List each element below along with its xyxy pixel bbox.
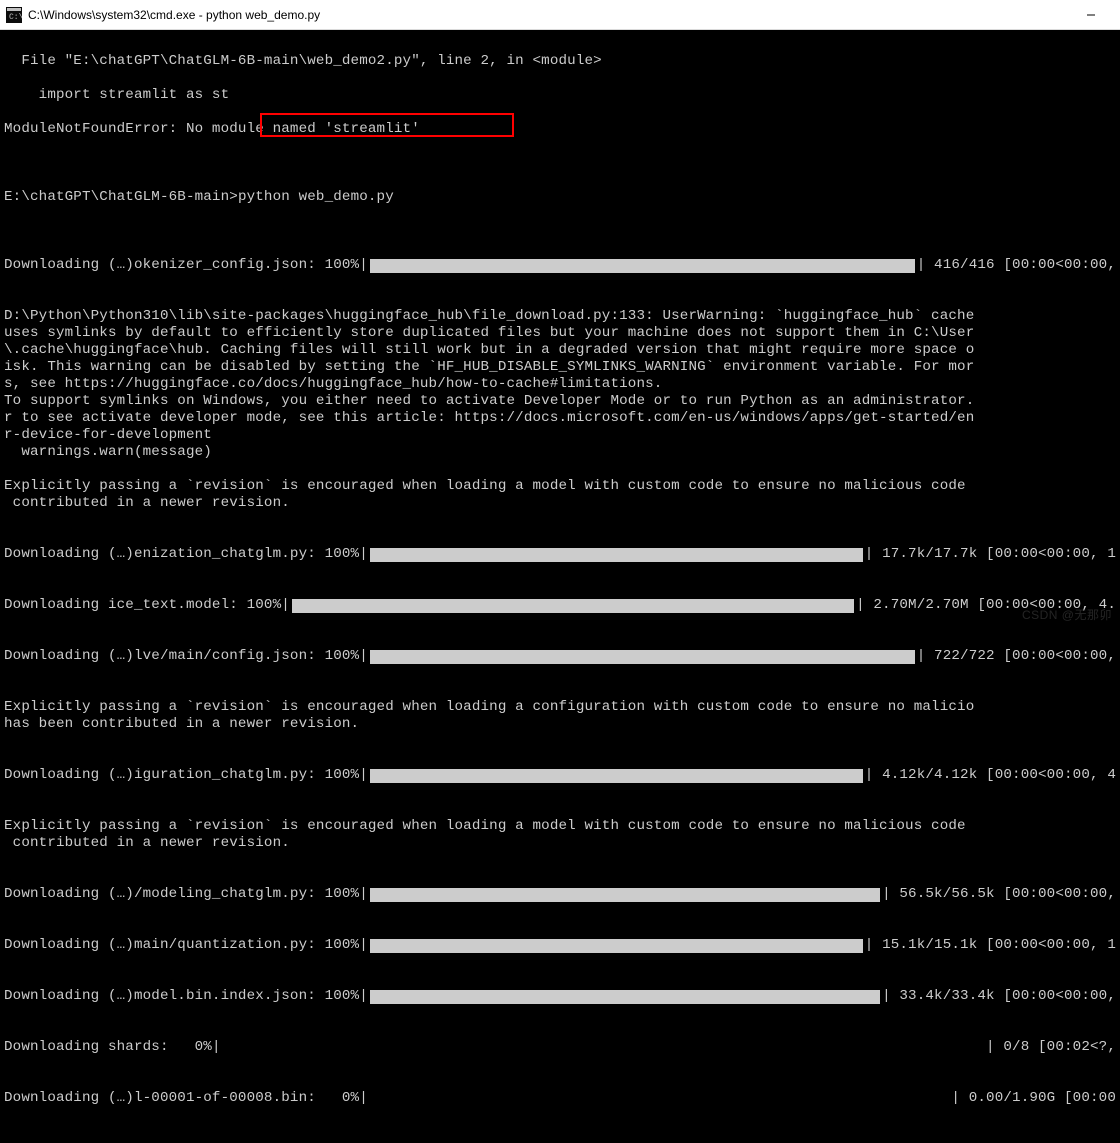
download-row-enization: Downloading (…)enization_chatglm.py: 100… bbox=[4, 546, 1116, 563]
download-stats: 416/416 [00:00<00:00, bbox=[925, 257, 1116, 274]
download-stats: 0.00/1.90G [00:00 bbox=[960, 1090, 1116, 1107]
prompt-line: E:\chatGPT\ChatGLM-6B-main>python web_de… bbox=[4, 189, 1116, 206]
progress-bar-full bbox=[370, 259, 915, 273]
download-label: Downloading ice_text.model: 100% bbox=[4, 597, 281, 614]
progress-bar-full bbox=[370, 990, 880, 1004]
traceback-error-line: ModuleNotFoundError: No module named 'st… bbox=[4, 121, 1116, 138]
download-label: Downloading shards: 0% bbox=[4, 1039, 212, 1056]
download-stats: 4.12k/4.12k [00:00<00:00, 4 bbox=[873, 767, 1116, 784]
traceback-import-line: import streamlit as st bbox=[4, 87, 1116, 104]
download-label: Downloading (…)model.bin.index.json: 100… bbox=[4, 988, 359, 1005]
progress-bar-full bbox=[370, 888, 880, 902]
revision-msg-3: Explicitly passing a `revision` is encou… bbox=[4, 818, 1116, 852]
progress-bar-full bbox=[370, 548, 863, 562]
svg-text:C:\: C:\ bbox=[9, 13, 22, 22]
pipe-char: | bbox=[917, 257, 926, 274]
download-stats: 56.5k/56.5k [00:00<00:00, bbox=[891, 886, 1116, 903]
terminal-output[interactable]: File "E:\chatGPT\ChatGLM-6B-main\web_dem… bbox=[0, 30, 1120, 1143]
progress-bar-full bbox=[370, 650, 915, 664]
download-label: Downloading (…)/modeling_chatglm.py: 100… bbox=[4, 886, 359, 903]
download-label: Downloading (…)iguration_chatglm.py: 100… bbox=[4, 767, 359, 784]
window-title: C:\Windows\system32\cmd.exe - python web… bbox=[28, 8, 320, 22]
download-stats: 15.1k/15.1k [00:00<00:00, 1 bbox=[873, 937, 1116, 954]
download-stats: 33.4k/33.4k [00:00<00:00, bbox=[891, 988, 1116, 1005]
download-row-config-json: Downloading (…)lve/main/config.json: 100… bbox=[4, 648, 1116, 665]
window-controls bbox=[1068, 0, 1114, 30]
download-row-bin-part: Downloading (…)l-00001-of-00008.bin: 0%|… bbox=[4, 1090, 1116, 1107]
download-label: Downloading (…)main/quantization.py: 100… bbox=[4, 937, 359, 954]
progress-bar-full bbox=[292, 599, 854, 613]
download-row-model-bin-index: Downloading (…)model.bin.index.json: 100… bbox=[4, 988, 1116, 1005]
minimize-button[interactable] bbox=[1068, 0, 1114, 30]
download-label: Downloading (…)enization_chatglm.py: 100… bbox=[4, 546, 359, 563]
cmd-icon: C:\ bbox=[6, 7, 22, 23]
progress-bar-full bbox=[370, 769, 863, 783]
download-stats: 722/722 [00:00<00:00, bbox=[925, 648, 1116, 665]
download-label: Downloading (…)l-00001-of-00008.bin: 0% bbox=[4, 1090, 359, 1107]
revision-msg-1: Explicitly passing a `revision` is encou… bbox=[4, 478, 1116, 512]
download-row-ice-text: Downloading ice_text.model: 100%| | 2.70… bbox=[4, 597, 1116, 614]
watermark-text: CSDN @无那卯 bbox=[1022, 606, 1112, 623]
prompt-command: python web_demo.py bbox=[238, 189, 394, 205]
progress-bar-empty bbox=[370, 1092, 949, 1106]
titlebar-left: C:\ C:\Windows\system32\cmd.exe - python… bbox=[6, 7, 320, 23]
window-titlebar[interactable]: C:\ C:\Windows\system32\cmd.exe - python… bbox=[0, 0, 1120, 30]
progress-bar-empty bbox=[223, 1041, 984, 1055]
blank-line bbox=[4, 155, 1116, 172]
download-label: Downloading (…)okenizer_config.json: 100… bbox=[4, 257, 359, 274]
download-stats: 0/8 [00:02<?, bbox=[995, 1039, 1116, 1056]
download-row-shards: Downloading shards: 0%| | 0/8 [00:02<?, bbox=[4, 1039, 1116, 1056]
warning-block: D:\Python\Python310\lib\site-packages\hu… bbox=[4, 308, 1116, 461]
revision-msg-2: Explicitly passing a `revision` is encou… bbox=[4, 699, 1116, 733]
download-label: Downloading (…)lve/main/config.json: 100… bbox=[4, 648, 359, 665]
progress-bar-full bbox=[370, 939, 863, 953]
download-row-quantization: Downloading (…)main/quantization.py: 100… bbox=[4, 937, 1116, 954]
download-row-iguration: Downloading (…)iguration_chatglm.py: 100… bbox=[4, 767, 1116, 784]
download-row-modeling: Downloading (…)/modeling_chatglm.py: 100… bbox=[4, 886, 1116, 903]
traceback-file-line: File "E:\chatGPT\ChatGLM-6B-main\web_dem… bbox=[4, 53, 1116, 70]
pipe-char: | bbox=[359, 257, 368, 274]
prompt-path: E:\chatGPT\ChatGLM-6B-main> bbox=[4, 189, 238, 205]
download-stats: 17.7k/17.7k [00:00<00:00, 1 bbox=[873, 546, 1116, 563]
download-row-tokenizer-config: Downloading (…)okenizer_config.json: 100… bbox=[4, 257, 1116, 274]
